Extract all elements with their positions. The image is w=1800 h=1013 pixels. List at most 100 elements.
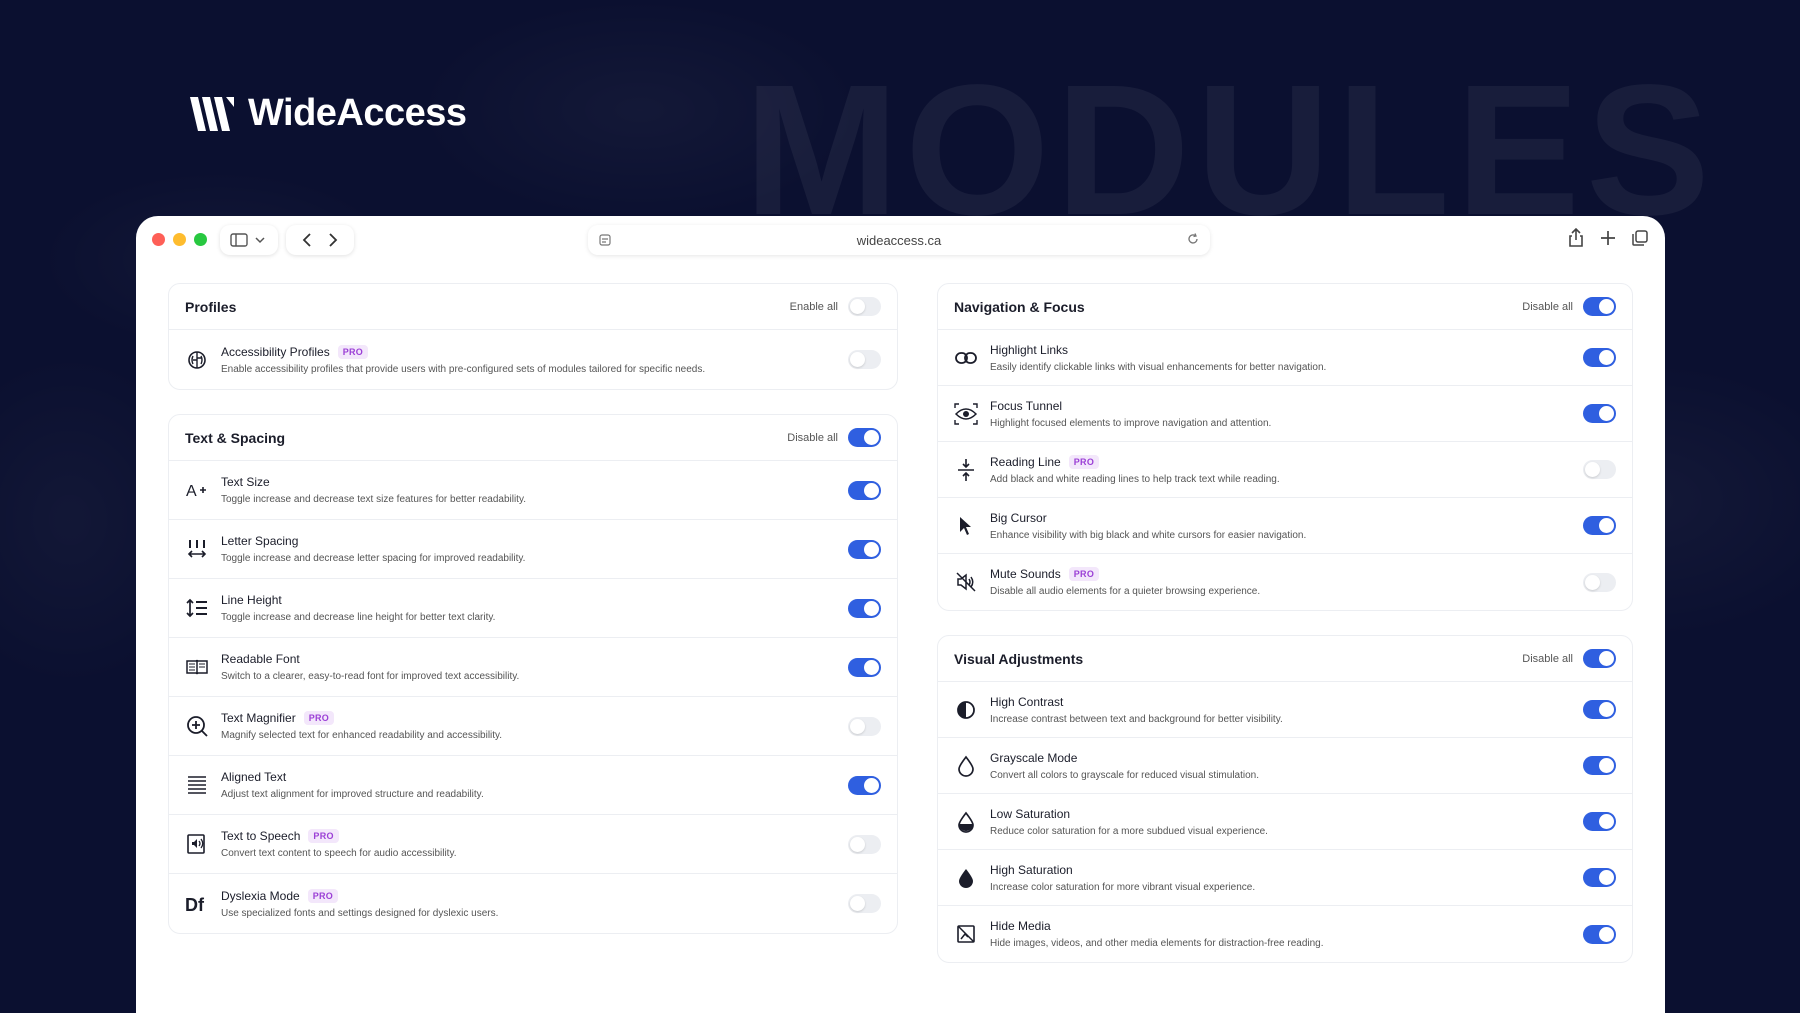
module-row-focus-tunnel: Focus Tunnel Highlight focused elements t… <box>938 386 1632 442</box>
drop-half-icon <box>954 810 978 834</box>
history-nav-group <box>286 225 354 255</box>
mute-icon <box>954 570 978 594</box>
module-title: Text to Speech <box>221 829 301 843</box>
module-row-dyslexia-mode: Df Dyslexia Mode PRO Use specialized fonts … <box>169 874 897 933</box>
module-description: Increase color saturation for more vibra… <box>990 881 1256 893</box>
toggle-hide-media[interactable] <box>1583 924 1616 944</box>
forward-icon[interactable] <box>321 228 345 252</box>
module-description: Easily identify clickable links with vis… <box>990 361 1327 373</box>
toggle-knob <box>1599 406 1614 421</box>
svg-text:A: A <box>186 483 197 500</box>
toggle-high-contrast[interactable] <box>1583 700 1616 719</box>
toggle-grayscale-mode[interactable] <box>1583 756 1616 775</box>
toggle-knob <box>864 541 879 557</box>
toggle-knob <box>1599 870 1614 885</box>
toggle-text-to-speech[interactable] <box>848 834 881 854</box>
module-title-row: Mute Sounds PRO <box>990 567 1583 581</box>
module-text: Accessibility Profiles PRO Enable accessib… <box>221 344 848 375</box>
module-text: Hide Media Hide images, videos, and other… <box>990 919 1583 949</box>
back-icon[interactable] <box>295 228 319 252</box>
reload-icon[interactable] <box>1186 232 1200 249</box>
toggle-text-size[interactable] <box>848 480 881 500</box>
close-window-button[interactable] <box>152 233 165 246</box>
module-title-row: Accessibility Profiles PRO <box>221 344 848 359</box>
toggle-letter-spacing[interactable] <box>848 539 881 559</box>
toggle-dyslexia-mode[interactable] <box>848 894 881 913</box>
module-title-row: Text Size <box>221 475 848 489</box>
dyslexia-icon: Df <box>185 892 209 916</box>
module-title: Hide Media <box>990 919 1051 933</box>
page-menu-icon[interactable] <box>598 233 612 250</box>
module-title-row: High Saturation <box>990 863 1583 877</box>
address-bar[interactable]: wideaccess.ca <box>588 225 1210 255</box>
disable-all-toggle-navigation-and-focus[interactable] <box>1583 297 1616 316</box>
toggle-readable-font[interactable] <box>848 657 881 677</box>
pro-badge: PRO <box>1068 567 1100 581</box>
module-title: High Contrast <box>990 694 1064 709</box>
module-title: Mute Sounds <box>990 567 1061 581</box>
toggle-knob <box>1585 462 1600 477</box>
panel-header-text-and-spacing: Text & Spacing Disable all <box>169 415 897 461</box>
module-title: Text Magnifier <box>221 711 296 725</box>
module-title: High Saturation <box>990 862 1073 877</box>
toggle-knob <box>850 718 865 734</box>
module-text: Focus Tunnel Highlight focused elements t… <box>990 399 1583 429</box>
disable-all-toggle-visual-adjustments[interactable] <box>1583 649 1616 668</box>
pro-badge: PRO <box>308 829 339 843</box>
letter-spacing-icon <box>185 537 209 561</box>
module-row-letter-spacing: Letter Spacing Toggle increase and decrea… <box>169 520 897 579</box>
panel-title: Profiles <box>185 298 237 315</box>
toggle-line-height[interactable] <box>848 598 881 618</box>
toggle-mute-sounds[interactable] <box>1583 572 1616 592</box>
module-row-readable-font: Readable Font Switch to a clearer, easy-t… <box>169 638 897 697</box>
magnifier-icon <box>185 714 209 738</box>
module-title-row: Aligned Text <box>221 770 848 784</box>
minimize-window-button[interactable] <box>173 233 186 246</box>
disable-all-toggle-text-and-spacing[interactable] <box>848 428 881 447</box>
module-row-grayscale-mode: Grayscale Mode Convert all colors to gray… <box>938 738 1632 794</box>
toggle-knob <box>864 482 879 498</box>
sidebar-icon[interactable] <box>228 228 249 252</box>
brand-name: WideAccess <box>248 92 467 134</box>
module-title: Grayscale Mode <box>990 750 1078 765</box>
module-row-low-saturation: Low Saturation Reduce color saturation fo… <box>938 794 1632 850</box>
module-description: Convert all colors to grayscale for redu… <box>990 769 1260 781</box>
panel-title: Visual Adjustments <box>954 650 1084 667</box>
new-tab-icon[interactable] <box>1599 228 1617 253</box>
toggle-aligned-text[interactable] <box>848 775 881 795</box>
module-row-hide-media: Hide Media Hide images, videos, and other… <box>938 906 1632 962</box>
brand: WideAccess <box>188 92 467 135</box>
disable-all-label: Disable all <box>1522 652 1573 665</box>
module-description: Increase contrast between text and backg… <box>990 713 1283 725</box>
toggle-accessibility-profiles[interactable] <box>848 350 881 369</box>
book-icon <box>185 655 209 679</box>
svg-text:Df: Df <box>185 895 205 914</box>
toggle-big-cursor[interactable] <box>1583 516 1616 535</box>
toggle-high-saturation[interactable] <box>1583 868 1616 887</box>
module-text: Line Height Toggle increase and decrease … <box>221 593 848 623</box>
maximize-window-button[interactable] <box>194 233 207 246</box>
module-title-row: Dyslexia Mode PRO <box>221 888 848 903</box>
module-description: Add black and white reading lines to hel… <box>990 473 1280 485</box>
toggle-reading-line[interactable] <box>1583 460 1616 479</box>
module-text: Text Size Toggle increase and decrease te… <box>221 475 848 505</box>
module-description: Reduce color saturation for a more subdu… <box>990 825 1268 837</box>
module-row-highlight-links: Highlight Links Easily identify clickable… <box>938 330 1632 386</box>
module-description: Toggle increase and decrease letter spac… <box>221 553 526 564</box>
toggle-text-magnifier[interactable] <box>848 716 881 736</box>
toggle-knob <box>1599 814 1614 829</box>
toggle-knob <box>1599 651 1614 666</box>
toggle-knob <box>864 430 879 445</box>
pro-badge: PRO <box>307 888 339 903</box>
module-text: Text to Speech PRO Convert text content to… <box>221 829 848 859</box>
toggle-highlight-links[interactable] <box>1583 348 1616 367</box>
chevron-down-icon[interactable] <box>249 228 270 252</box>
left-column: Profiles Enable all Accessibility Profiles… <box>168 283 898 958</box>
module-title-row: Readable Font <box>221 652 848 666</box>
enable-all-toggle-profiles[interactable] <box>848 297 881 316</box>
panel-header-actions: Disable all <box>1522 297 1616 316</box>
toggle-focus-tunnel[interactable] <box>1583 404 1616 423</box>
tabs-overview-icon[interactable] <box>1631 228 1649 253</box>
share-icon[interactable] <box>1567 227 1585 253</box>
toggle-low-saturation[interactable] <box>1583 812 1616 831</box>
